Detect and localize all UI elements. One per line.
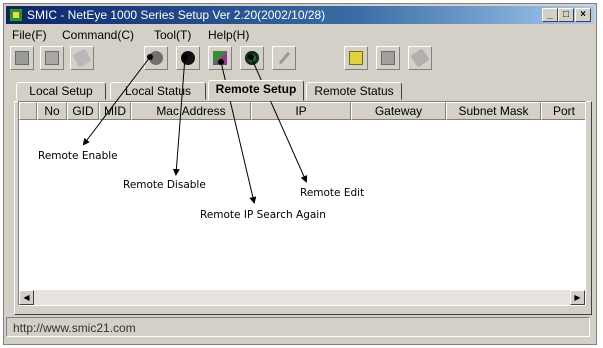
menu-help[interactable]: Help(H) (208, 28, 249, 42)
column-header-mid[interactable]: MID (99, 102, 131, 120)
window-title: SMIC - NetEye 1000 Series Setup Ver 2.20… (27, 8, 326, 22)
column-header-subnet-mask[interactable]: Subnet Mask (446, 102, 541, 120)
column-header-gateway[interactable]: Gateway (351, 102, 446, 120)
tab-strip: Local Setup Local Status Remote Setup Re… (14, 80, 594, 102)
toolbar-button-3-icon (72, 48, 92, 68)
column-header-port[interactable]: Port (541, 102, 585, 120)
remote-device-list[interactable]: No GID MID Mac Address IP Gateway Subnet… (18, 101, 586, 306)
remote-edit-button[interactable] (240, 46, 264, 70)
remote-disable-button[interactable] (176, 46, 200, 70)
toolbar-button-3[interactable] (70, 46, 94, 70)
column-header-no[interactable]: No (37, 102, 67, 120)
menu-file[interactable]: File(F) (12, 28, 47, 42)
list-header: No GID MID Mac Address IP Gateway Subnet… (19, 102, 585, 120)
tab-local-status[interactable]: Local Status (110, 82, 206, 100)
remote-enable-icon (149, 51, 163, 65)
toolbar-button-2-icon (45, 51, 59, 65)
scroll-right-icon[interactable]: ▶ (570, 290, 585, 305)
column-header-spacer (19, 102, 37, 120)
tool-icon (410, 48, 430, 68)
remote-ip-search-icon (213, 51, 227, 65)
scroll-left-icon[interactable]: ◀ (19, 290, 34, 305)
toolbar (10, 44, 590, 74)
column-header-gid[interactable]: GID (67, 102, 99, 120)
annotation-remote-ip-search: Remote IP Search Again (200, 209, 326, 221)
menu-tool[interactable]: Tool(T) (154, 28, 191, 42)
title-bar[interactable]: SMIC - NetEye 1000 Series Setup Ver 2.20… (6, 6, 594, 24)
toolbar-button-1[interactable] (10, 46, 34, 70)
folder-button[interactable] (344, 46, 368, 70)
tab-local-setup[interactable]: Local Setup (16, 82, 106, 100)
tab-remote-setup[interactable]: Remote Setup (208, 80, 304, 101)
remote-enable-button[interactable] (144, 46, 168, 70)
save-icon (381, 51, 395, 65)
menu-command[interactable]: Command(C) (62, 28, 134, 42)
toolbar-button-1-icon (15, 51, 29, 65)
annotation-remote-disable: Remote Disable (123, 179, 206, 191)
horizontal-scrollbar[interactable]: ◀ ▶ (19, 290, 585, 305)
pencil-button[interactable] (272, 46, 296, 70)
column-header-ip[interactable]: IP (251, 102, 351, 120)
status-url: http://www.smic21.com (13, 321, 136, 335)
tab-remote-status[interactable]: Remote Status (306, 82, 402, 100)
toolbar-button-2[interactable] (40, 46, 64, 70)
remote-edit-icon (245, 51, 259, 65)
maximize-button[interactable]: □ (558, 8, 574, 22)
column-header-mac-address[interactable]: Mac Address (131, 102, 251, 120)
pencil-icon (278, 51, 291, 65)
close-button[interactable]: × (575, 8, 591, 22)
status-bar: http://www.smic21.com (6, 317, 590, 337)
folder-icon (349, 51, 363, 65)
remote-ip-search-button[interactable] (208, 46, 232, 70)
minimize-button[interactable]: _ (542, 8, 558, 22)
annotation-remote-enable: Remote Enable (38, 150, 118, 162)
annotation-remote-edit: Remote Edit (300, 187, 365, 199)
app-icon (9, 8, 23, 22)
remote-disable-icon (181, 51, 195, 65)
save-button[interactable] (376, 46, 400, 70)
tool-button[interactable] (408, 46, 432, 70)
